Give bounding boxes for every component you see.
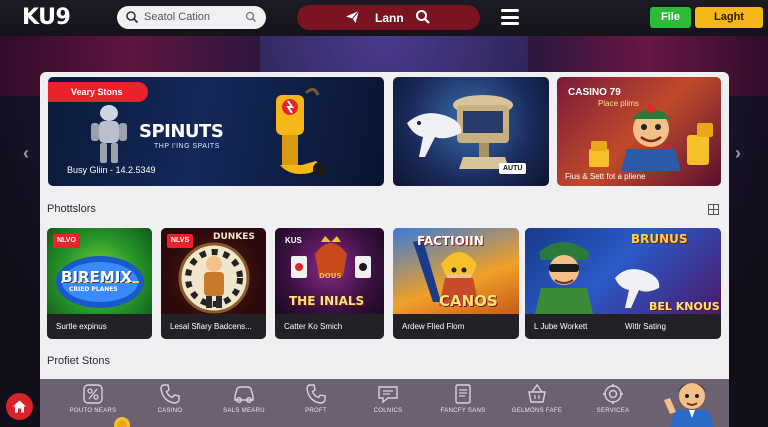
banner-footer: Busy Gliin - 14.2.5349 (67, 165, 156, 175)
banner-tag: AUTU (499, 163, 527, 174)
game-caption: Ardew Flied Flom (393, 314, 519, 339)
car-icon (234, 386, 254, 403)
nav-item-servicea[interactable]: SERVICEA (583, 383, 643, 415)
game-badge: KUS (285, 236, 302, 245)
nav-item-gelmons-fafe[interactable]: GELMONS FAFE (507, 383, 567, 415)
carousel-prev-icon[interactable]: ‹ (23, 143, 29, 164)
game-art-subtitle: CANOS (439, 292, 498, 310)
support-mascot-icon[interactable] (660, 378, 718, 427)
game-badge: NLVS (167, 234, 194, 248)
game-tile[interactable]: DUNKES NLVS Lesal Sfiary Badcens... (161, 228, 266, 339)
search-icon (416, 10, 430, 24)
cartoon-mascot-icon (589, 105, 713, 171)
promo-banner-spinuts[interactable]: Veary Stons SPINUTS THP I'ING SPAITS Bus… (48, 77, 384, 186)
game-badge: NLVO (53, 234, 80, 248)
game-tile[interactable]: BRUNUS BEL KNOUS L Jube Workett Witlr Sa… (525, 228, 721, 339)
robot-figure-icon (91, 105, 127, 163)
slot-machine-lever-icon (276, 88, 327, 176)
nav-label: SALS MEARU (223, 408, 265, 414)
banner-subtitle: THP I'ING SPAITS (154, 143, 220, 150)
nav-item-pouto-nears[interactable]: POUTO NEARS (63, 383, 123, 415)
nav-label: SERVICEA (596, 408, 630, 414)
document-icon (455, 384, 471, 404)
roulette-wheel-icon (178, 242, 250, 314)
banner-title: SPINUTS (139, 121, 224, 142)
promo-banner-trophy[interactable]: AUTU (393, 77, 549, 186)
center-pill-label: Lann (375, 11, 404, 25)
search-icon (126, 11, 139, 24)
nav-item-sals-mearu[interactable]: SALS MEARU (214, 383, 274, 415)
game-tile[interactable]: FACTIOIIN CANOS Ardew Flied Flom (393, 228, 519, 339)
nav-label: GELMONS FAFE (511, 408, 563, 414)
banner-ribbon: Veary Stons (48, 82, 148, 102)
nav-item-casino[interactable]: CASINO (140, 383, 200, 415)
nav-item-colnics[interactable]: COLNICS (358, 383, 418, 415)
phone-icon (306, 384, 326, 404)
percent-icon (83, 384, 103, 404)
search-bar[interactable]: Seatol Cation (117, 6, 266, 29)
nav-item-fancfy-sans[interactable]: FANCFY SANS (433, 383, 493, 415)
nav-label: POUTO NEARS (69, 408, 117, 414)
game-art-subtitle: DOUS (319, 272, 342, 280)
nav-label: FANCFY SANS (440, 408, 486, 414)
game-art-title: FACTIOIIN (417, 234, 484, 248)
soldier-character-icon (535, 242, 593, 314)
game-art-title: DUNKES (213, 232, 255, 242)
paper-plane-icon (346, 10, 360, 23)
section-title-games: Phottslors (47, 203, 96, 215)
game-caption: Lesal Sfiary Badcens... (161, 314, 266, 339)
home-button[interactable] (6, 393, 33, 420)
nav-label: PROFT (305, 408, 327, 414)
search-submit-icon[interactable] (245, 11, 257, 23)
game-art-title: THE INIALS (289, 294, 365, 308)
nav-label: CASINO (157, 408, 183, 414)
coin-icon (114, 417, 130, 427)
carousel-next-icon[interactable]: › (735, 143, 741, 164)
nav-label: COLNICS (373, 408, 403, 414)
banner-title: CASINO 79 (568, 87, 621, 98)
top-bar: KU9 Seatol Cation Lann File Laght (0, 0, 768, 36)
grid-view-icon[interactable] (708, 204, 719, 215)
game-tile[interactable]: DOUS THE INIALS KUS Catter Ko Smich (275, 228, 384, 339)
chat-icon (378, 386, 398, 404)
file-button[interactable]: File (650, 7, 691, 28)
section-title-profiet: Profiet Stons (47, 355, 110, 367)
promo-banner-casino[interactable]: CASINO 79 Place plims Fius & Sett fot a … (557, 77, 721, 186)
game-art-subtitle: CRIED PLANES (69, 286, 118, 293)
basket-icon (528, 383, 546, 403)
site-logo[interactable]: KU9 (22, 5, 71, 30)
banner-footer: Fius & Sett fot a pliene (565, 172, 646, 181)
search-placeholder: Seatol Cation (144, 11, 211, 23)
game-caption: Surtle expinus (47, 314, 152, 339)
nav-item-proft[interactable]: PROFT (286, 383, 346, 415)
game-caption: Witlr Sating (623, 314, 721, 339)
game-tile[interactable]: BIREMIX CRIED PLANES NLVO Surtle expinus (47, 228, 152, 339)
home-icon (13, 400, 26, 413)
telegram-pill-button[interactable]: Lann (297, 5, 480, 30)
menu-icon[interactable] (501, 9, 519, 25)
game-art-title: BRUNUS (631, 232, 688, 246)
game-art-title: BIREMIX (61, 268, 132, 286)
laght-button[interactable]: Laght (695, 7, 763, 28)
gear-icon (603, 384, 623, 404)
game-caption: L Jube Workett (525, 314, 623, 339)
phone-icon (160, 384, 180, 404)
game-art-subtitle: BEL KNOUS (649, 300, 720, 313)
game-caption: Catter Ko Smich (275, 314, 384, 339)
